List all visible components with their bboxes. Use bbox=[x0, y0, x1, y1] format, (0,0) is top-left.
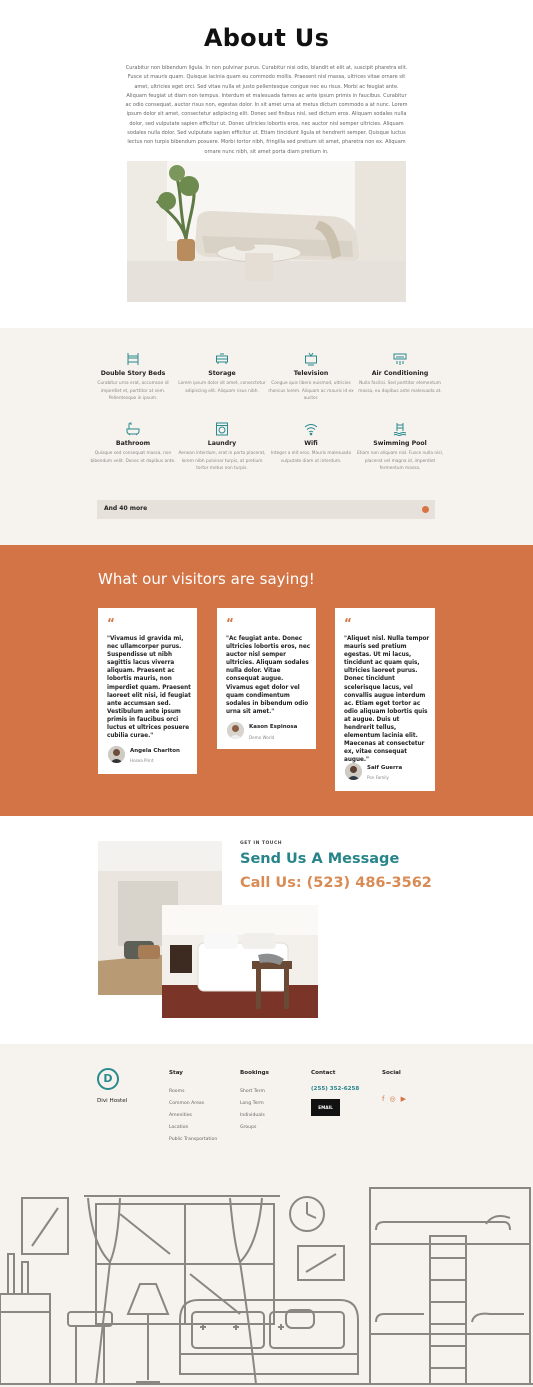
expand-icon[interactable] bbox=[422, 506, 429, 513]
testimonials-title: What our visitors are saying! bbox=[98, 570, 315, 588]
wifi-icon bbox=[304, 424, 318, 436]
amenity-desc: Nulla facilisi. Sed porttitor elementum … bbox=[358, 381, 442, 394]
contact-heading: Send Us A Message bbox=[240, 851, 400, 867]
footer-contact-column: Contact (255) 352-6258 EMAIL bbox=[311, 1070, 359, 1116]
footer: D Divi Hostel Stay Rooms Common Areas Am… bbox=[0, 1044, 533, 1387]
testimonial-company: Hosea Print bbox=[130, 758, 154, 763]
more-amenities-label: And 40 more bbox=[104, 505, 148, 512]
amenity-wifi: Wifi Integer a elit eros. Mauris malesua… bbox=[267, 422, 355, 465]
storage-icon bbox=[216, 353, 228, 364]
amenity-title: Air Conditioning bbox=[371, 370, 429, 377]
amenity-desc: Lorem ipsum dolor sit amet, consectetur … bbox=[178, 381, 266, 394]
footer-column-title: Social bbox=[382, 1070, 401, 1076]
bedroom-photo bbox=[162, 905, 318, 1018]
amenity-title: Wifi bbox=[304, 440, 318, 447]
amenity-double-story-beds: Double Story Beds Curabitur urna erat, a… bbox=[89, 352, 177, 403]
testimonial-company: Demo World bbox=[249, 735, 275, 740]
footer-link-amenities[interactable]: Amenities bbox=[169, 1110, 217, 1122]
amenity-title: Television bbox=[293, 370, 329, 377]
amenity-desc: Integer a elit eros. Mauris malesuada vu… bbox=[270, 451, 352, 464]
contact-section: GET IN TOUCH Send Us A Message Call Us: … bbox=[0, 816, 533, 1044]
testimonial-name: Saif Guerra bbox=[367, 765, 403, 771]
logo-icon[interactable]: D bbox=[97, 1068, 119, 1090]
testimonial-card: “ "Ac feugiat ante. Donec ultricies lobo… bbox=[217, 608, 316, 749]
about-body-text: Curabitur non bibendum ligula. In non pu… bbox=[125, 65, 408, 155]
amenity-title: Bathroom bbox=[115, 440, 151, 447]
more-amenities-toggle[interactable]: And 40 more bbox=[97, 500, 435, 519]
swimming-pool-icon bbox=[393, 423, 407, 436]
amenity-title: Laundry bbox=[207, 440, 237, 447]
avatar bbox=[108, 746, 125, 763]
footer-link-groups[interactable]: Groups bbox=[240, 1122, 269, 1134]
contact-kicker: GET IN TOUCH bbox=[240, 841, 283, 846]
footer-link-long-term[interactable]: Long Term bbox=[240, 1098, 269, 1110]
quote-icon: “ bbox=[226, 616, 234, 630]
testimonial-card: “ "Aliquet nisl. Nulla tempor mauris sed… bbox=[335, 608, 435, 791]
footer-link-short-term[interactable]: Short Term bbox=[240, 1086, 269, 1098]
avatar bbox=[345, 763, 362, 780]
footer-link-common-areas[interactable]: Common Areas bbox=[169, 1098, 217, 1110]
amenity-title: Double Story Beds bbox=[100, 370, 166, 377]
bathtub-icon bbox=[126, 422, 140, 436]
testimonials-section: What our visitors are saying! “ "Vivamus… bbox=[0, 545, 533, 816]
contact-phone[interactable]: Call Us: (523) 486-3562 bbox=[240, 875, 432, 891]
amenity-swimming-pool: Swimming Pool Etiam non aliquam nisl. Fu… bbox=[356, 422, 444, 473]
facebook-icon[interactable]: f bbox=[382, 1095, 384, 1103]
youtube-icon[interactable]: ▶ bbox=[401, 1095, 406, 1103]
footer-bookings-column: Bookings Short Term Long Term Individual… bbox=[240, 1070, 269, 1134]
testimonial-name: Kason Espinosa bbox=[249, 724, 298, 730]
hostel-room-illustration bbox=[0, 1184, 533, 1387]
footer-link-public-transportation[interactable]: Public Transportation bbox=[169, 1134, 217, 1146]
footer-phone[interactable]: (255) 352-6258 bbox=[311, 1086, 359, 1092]
quote-icon: “ bbox=[344, 616, 352, 630]
air-conditioning-icon bbox=[393, 353, 407, 365]
amenity-laundry: Laundry Aenean interdum, erat in porta p… bbox=[178, 422, 266, 473]
page-title: About Us bbox=[203, 24, 330, 52]
instagram-icon[interactable]: ◎ bbox=[389, 1095, 395, 1103]
footer-column-title: Bookings bbox=[240, 1070, 269, 1076]
footer-link-individuals[interactable]: Individuals bbox=[240, 1110, 269, 1122]
laundry-icon bbox=[216, 422, 228, 436]
amenity-desc: Quisque sed consequat massa, non bibendu… bbox=[90, 451, 176, 464]
testimonial-card: “ "Vivamus id gravida mi, nec ullamcorpe… bbox=[98, 608, 197, 774]
testimonial-company: Pon Family bbox=[367, 775, 389, 780]
footer-link-location[interactable]: Location bbox=[169, 1122, 217, 1134]
footer-stay-column: Stay Rooms Common Areas Amenities Locati… bbox=[169, 1070, 217, 1146]
about-section: About Us Curabitur non bibendum ligula. … bbox=[0, 0, 533, 328]
testimonial-text: "Aliquet nisl. Nulla tempor mauris sed p… bbox=[344, 636, 430, 764]
amenity-title: Storage bbox=[208, 370, 236, 377]
footer-social-column: Social f ◎ ▶ bbox=[382, 1070, 411, 1105]
amenity-desc: Congue quis libero euismod, ultricies rh… bbox=[268, 381, 354, 402]
television-icon bbox=[305, 352, 317, 366]
avatar bbox=[227, 722, 244, 739]
brand-name: Divi Hostel bbox=[97, 1098, 128, 1104]
footer-column-title: Contact bbox=[311, 1070, 336, 1076]
footer-brand: D Divi Hostel bbox=[97, 1068, 127, 1104]
amenity-desc: Curabitur urna erat, accumsan id imperdi… bbox=[97, 381, 169, 402]
testimonial-name: Angela Charlton bbox=[130, 748, 180, 754]
testimonial-text: "Ac feugiat ante. Donec ultricies lobort… bbox=[226, 636, 311, 715]
amenity-desc: Etiam non aliquam nisl. Fusce nulla nisl… bbox=[356, 451, 444, 472]
amenity-desc: Aenean interdum, erat in porta placerat,… bbox=[178, 451, 266, 472]
bunk-bed-icon bbox=[127, 353, 139, 365]
footer-column-title: Stay bbox=[169, 1070, 183, 1076]
amenity-bathroom: Bathroom Quisque sed consequat massa, no… bbox=[89, 422, 177, 465]
living-room-photo bbox=[127, 161, 406, 302]
quote-icon: “ bbox=[107, 616, 115, 630]
amenity-storage: Storage Lorem ipsum dolor sit amet, cons… bbox=[178, 352, 266, 395]
amenities-section: Double Story Beds Curabitur urna erat, a… bbox=[0, 328, 533, 545]
footer-link-rooms[interactable]: Rooms bbox=[169, 1086, 217, 1098]
amenity-air-conditioning: Air Conditioning Nulla facilisi. Sed por… bbox=[356, 352, 444, 395]
email-button[interactable]: EMAIL bbox=[311, 1099, 340, 1116]
amenity-television: Television Congue quis libero euismod, u… bbox=[267, 352, 355, 403]
testimonial-text: "Vivamus id gravida mi, nec ullamcorper … bbox=[107, 636, 191, 740]
amenity-title: Swimming Pool bbox=[373, 440, 427, 447]
